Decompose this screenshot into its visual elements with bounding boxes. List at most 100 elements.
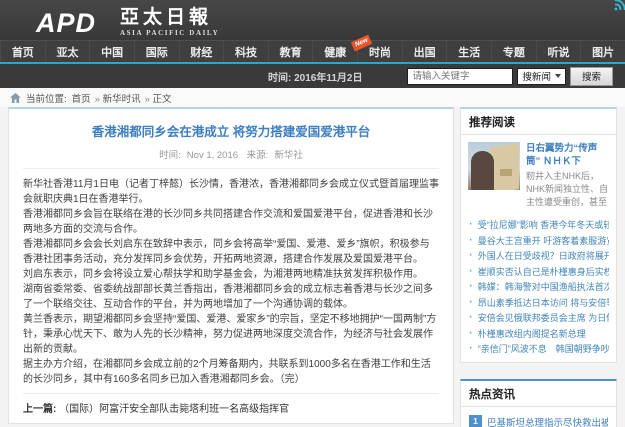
meta-time-label: 时间: bbox=[159, 150, 181, 161]
current-date: 时间: 2016年11月2日 bbox=[268, 69, 363, 84]
nav-item[interactable]: 中国 bbox=[89, 41, 134, 62]
list-item: 韩媒：韩海警对中国渔船执法首次使用机枪射 bbox=[468, 278, 609, 294]
apd-logo-text: APD bbox=[36, 8, 110, 38]
brand-block: 亞太日報 ASIA PACIFIC DAILY bbox=[120, 8, 219, 38]
article-paragraph: 香港湘都同乡会旨在联络在港的长沙同乡共同搭建合作交流和爱国爱港平台，促进香港和长… bbox=[23, 207, 439, 237]
article-paragraph: 新华社香港11月1日电（记者丁梓懿）长沙情，香港浓，香港湘都同乡会成立仪式暨首届… bbox=[23, 177, 439, 207]
featured-story[interactable]: 日右翼势力“传声筒” ＮＨＫ下 籾井入主NHK后，NHK新闻独立性、自主性遭受重… bbox=[461, 135, 616, 214]
recommend-link[interactable]: 朴槿惠改组内阁提名新总理 bbox=[478, 329, 586, 339]
recommend-link[interactable]: 崔顺实否认自己是朴槿惠身后实权人物 bbox=[478, 267, 609, 277]
nav-item-label: 健康 bbox=[324, 44, 346, 60]
nav-item[interactable]: 听说 bbox=[536, 41, 581, 62]
article: 香港湘都同乡会在港成立 将努力搭建爱国爱港平台 时间: Nov 1, 2016 来… bbox=[8, 107, 454, 424]
info-bar: 时间: 2016年11月2日 搜新闻 搜索 bbox=[0, 64, 625, 88]
nav-item[interactable]: 国际 bbox=[134, 41, 179, 62]
page: APD 亞太日報 ASIA PACIFIC DAILY 首页 bbox=[0, 0, 625, 427]
nav-item[interactable]: 专题 bbox=[491, 41, 536, 62]
article-title: 香港湘都同乡会在港成立 将努力搭建爱国爱港平台 bbox=[23, 121, 439, 140]
nav-item[interactable]: 教育 bbox=[268, 41, 313, 62]
nav-item-label: 教育 bbox=[280, 44, 302, 60]
breadcrumb-item[interactable]: 新华时讯 bbox=[95, 91, 141, 105]
nav-item[interactable]: 生活 bbox=[446, 41, 491, 62]
search-category-select[interactable]: 搜新闻 bbox=[517, 68, 566, 85]
chevron-down-icon bbox=[555, 74, 561, 78]
featured-title[interactable]: 日右翼势力“传声筒” ＮＨＫ下 bbox=[526, 142, 609, 168]
recommend-link[interactable]: 韩媒：韩海警对中国渔船执法首次使用机枪射 bbox=[478, 282, 609, 292]
recommend-link[interactable]: 曼谷大王宫重开 吁游客着素服游览 bbox=[478, 236, 609, 246]
nav-item-label: 出国 bbox=[414, 44, 436, 60]
prev-article-label: 上一篇: bbox=[23, 404, 56, 415]
nav-item-label: 专题 bbox=[503, 44, 525, 60]
nav-item-label: 图片 bbox=[592, 44, 614, 60]
article-paragraph: 刘启东表示，同乡会将设立爱心帮扶学和助学基金会，为湘港两地精准扶贫发挥积极作用。 bbox=[23, 267, 439, 282]
nav-item[interactable]: 亚太 bbox=[45, 41, 90, 62]
list-item: 昂山素季抵达日本访问 将与安倍等各界要员会 bbox=[468, 294, 609, 310]
meta-time: Nov 1, 2016 bbox=[187, 150, 238, 161]
brand-title-en: ASIA PACIFIC DAILY bbox=[120, 29, 219, 37]
meta-source: 新华社 bbox=[274, 150, 303, 161]
featured-desc: 籾井入主NHK后，NHK新闻独立性、自主性遭受重创，甚至被日 bbox=[526, 170, 609, 209]
recommend-link[interactable]: 安倍会见俄联邦委员会主席 为日俄首脑会谈铺 bbox=[478, 313, 609, 323]
nav-item[interactable]: 出国 bbox=[402, 41, 447, 62]
main-nav: 首页 亚太 中国 国际 财经 科技 bbox=[0, 40, 625, 62]
signal-icon bbox=[612, 0, 625, 11]
breadcrumb-item[interactable]: 正文 bbox=[145, 91, 172, 105]
nav-item-label: 中国 bbox=[101, 44, 123, 60]
building-sign-shape bbox=[500, 169, 512, 176]
article-paragraph: 香港湘都同乡会会长刘启东在致辞中表示，同乡会将高举“爱国、爱港、爱乡”旗帜，积极… bbox=[23, 237, 439, 267]
article-paragraph: 黄兰香表示，期望湘都同乡会坚持“爱国、爱港、爱家乡”的宗旨，坚定不移地拥护“一国… bbox=[23, 312, 439, 357]
list-item: “亲信门”风波不息 韩国朝野争吵不休 bbox=[468, 340, 609, 356]
nav-item[interactable]: 首页 bbox=[0, 41, 45, 62]
rank-badge: 1 bbox=[469, 415, 482, 427]
hot-news-box: 热点资讯 1 巴基斯坦总理指示尽快救出被绑架中国游 2 意甲综合：尤文、米兰双双… bbox=[460, 379, 617, 427]
prev-article-row: 上一篇: （国际）阿富汗安全部队击毙塔利班一名高级指挥官 bbox=[23, 393, 439, 415]
hot-news-title: 热点资讯 bbox=[461, 381, 616, 407]
breadcrumb-list: 首页新华时讯正文 bbox=[72, 91, 172, 105]
list-item: 外国人在日受歧视？日政府将展开调查 bbox=[468, 247, 609, 263]
nav-item-label: 时尚 bbox=[369, 44, 391, 60]
search-box: 搜新闻 搜索 bbox=[407, 67, 613, 86]
featured-text: 日右翼势力“传声筒” ＮＨＫ下 籾井入主NHK后，NHK新闻独立性、自主性遭受重… bbox=[526, 142, 609, 209]
list-item: 曼谷大王宫重开 吁游客着素服游览 bbox=[468, 232, 609, 248]
recommend-link[interactable]: 外国人在日受歧视？日政府将展开调查 bbox=[478, 251, 609, 261]
nav-item[interactable]: New 时尚 bbox=[357, 41, 402, 62]
article-paragraph: 湖南省委常委、省委统战部部长黄兰香指出，香港湘都同乡会的成立标志着香港与长沙之间… bbox=[23, 282, 439, 312]
nav-item[interactable]: 健康 bbox=[312, 41, 357, 62]
nav-item-label: 国际 bbox=[146, 44, 168, 60]
list-item: 安倍会见俄联邦委员会主席 为日俄首脑会谈铺 bbox=[468, 309, 609, 325]
nav-item-label: 首页 bbox=[12, 44, 34, 60]
search-input[interactable] bbox=[407, 68, 513, 85]
hot-news-list: 1 巴基斯坦总理指示尽快救出被绑架中国游 2 意甲综合：尤文、米兰双双获胜 3 bbox=[461, 407, 616, 427]
search-category-label: 搜新闻 bbox=[522, 69, 551, 83]
list-item: 受“拉尼娜”影响 香港今年冬天或较冷 bbox=[468, 216, 609, 232]
recommend-link[interactable]: 受“拉尼娜”影响 香港今年冬天或较冷 bbox=[478, 220, 609, 230]
content-area: 香港湘都同乡会在港成立 将努力搭建爱国爱港平台 时间: Nov 1, 2016 来… bbox=[0, 107, 625, 427]
nav-item-label: 科技 bbox=[235, 44, 257, 60]
site-header: APD 亞太日報 ASIA PACIFIC DAILY bbox=[0, 0, 625, 40]
recommend-box: 推荐阅读 日右翼势力“传声筒” ＮＨＫ下 籾井入主NHK后，NHK新闻独立性、自… bbox=[460, 107, 617, 363]
building-shape bbox=[490, 143, 519, 190]
nav-item-label: 听说 bbox=[548, 44, 570, 60]
nav-item[interactable]: 财经 bbox=[179, 41, 224, 62]
search-button[interactable]: 搜索 bbox=[570, 67, 613, 86]
recommend-link[interactable]: “亲信门”风波不息 韩国朝野争吵不休 bbox=[478, 344, 609, 354]
hot-news-link[interactable]: 巴基斯坦总理指示尽快救出被绑架中国游 bbox=[487, 415, 608, 427]
sidebar: 推荐阅读 日右翼势力“传声筒” ＮＨＫ下 籾井入主NHK后，NHK新闻独立性、自… bbox=[460, 107, 617, 427]
nav-item-label: 生活 bbox=[458, 44, 480, 60]
recommend-title: 推荐阅读 bbox=[461, 109, 616, 135]
site-logo[interactable]: APD 亞太日報 ASIA PACIFIC DAILY bbox=[36, 8, 219, 38]
article-paragraph: 据主办方介绍，在湘都同乡会成立前的2个月筹备期内，共联系到1000多名在香港工作… bbox=[23, 357, 439, 387]
nav-item[interactable]: 图片 bbox=[580, 41, 625, 62]
featured-image bbox=[468, 142, 520, 190]
list-item: 1 巴基斯坦总理指示尽快救出被绑架中国游 bbox=[469, 411, 608, 427]
breadcrumb-item[interactable]: 首页 bbox=[72, 91, 91, 105]
nav-item[interactable]: 科技 bbox=[223, 41, 268, 62]
meta-source-label: 来源: bbox=[247, 150, 269, 161]
list-item: 朴槿惠改组内阁提名新总理 bbox=[468, 325, 609, 341]
nav-item-label: 亚太 bbox=[56, 44, 78, 60]
article-meta: 时间: Nov 1, 2016 来源: 新华社 bbox=[23, 147, 439, 169]
breadcrumb-prefix: 当前位置: bbox=[26, 91, 67, 105]
recommend-link[interactable]: 昂山素季抵达日本访问 将与安倍等各界要员会 bbox=[478, 298, 609, 308]
brand-title-cn: 亞太日報 bbox=[120, 8, 219, 28]
prev-article-link[interactable]: （国际）阿富汗安全部队击毙塔利班一名高级指挥官 bbox=[59, 404, 289, 415]
